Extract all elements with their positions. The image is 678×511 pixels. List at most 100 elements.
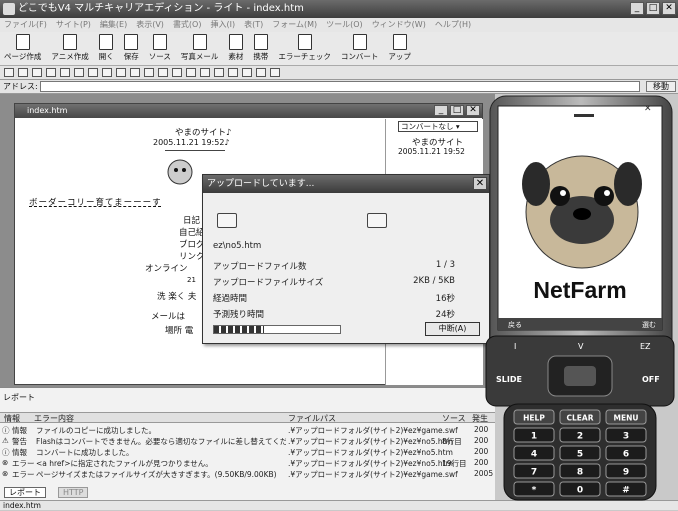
- hr-icon[interactable]: [270, 68, 280, 77]
- menu-view[interactable]: 表示(V): [136, 18, 164, 32]
- save-button[interactable]: 保存: [124, 32, 139, 65]
- convert-icon: [352, 34, 367, 50]
- key-0-label: HELP: [523, 414, 545, 423]
- center-key[interactable]: [564, 366, 596, 386]
- error-check-button[interactable]: エラーチェック: [278, 32, 331, 65]
- cancel-button[interactable]: 中断(A): [425, 322, 480, 336]
- menu-edit[interactable]: 編集(E): [100, 18, 127, 32]
- indent-icon[interactable]: [172, 68, 182, 77]
- animation-icon: [63, 34, 78, 50]
- phone-speaker: [574, 114, 594, 117]
- report-row[interactable]: ⓘ 情報 コンバートに成功しました。 .¥アップロードフォルダ(サイト2)¥ez¥no…: [2, 447, 492, 457]
- off-key[interactable]: OFF: [642, 375, 660, 384]
- upload-button[interactable]: アップ: [388, 32, 411, 65]
- tab-http[interactable]: HTTP: [58, 487, 89, 498]
- destination-folder-icon: [367, 213, 387, 228]
- slide-key[interactable]: SLIDE: [496, 375, 522, 384]
- table-icon[interactable]: [228, 68, 238, 77]
- menu-window[interactable]: ウィンドウ(W): [372, 18, 426, 32]
- menu-item-link[interactable]: リンク: [179, 250, 205, 262]
- soft-key-bar: [498, 318, 662, 330]
- source-button[interactable]: ソース: [149, 32, 171, 65]
- maximize-button[interactable]: □: [646, 2, 660, 15]
- image-icon[interactable]: [214, 68, 224, 77]
- menu-item-profile[interactable]: 自己紹: [179, 226, 205, 238]
- body-text-2: メールは: [151, 312, 186, 322]
- menu-help[interactable]: ヘルプ(H): [435, 18, 471, 32]
- material-button[interactable]: 素材: [228, 32, 243, 65]
- site-title: やまのサイト♪: [175, 128, 232, 138]
- align-left-icon[interactable]: [130, 68, 140, 77]
- photo-mail-button[interactable]: 写真メール: [181, 32, 218, 65]
- upload-progress-bar: [213, 325, 341, 334]
- col-error[interactable]: エラー内容: [34, 413, 74, 424]
- outdent-icon[interactable]: [186, 68, 196, 77]
- menu-item-blog[interactable]: ブログ: [179, 238, 205, 250]
- marquee-text: ボーダーコリー育てまーーーす: [29, 198, 162, 208]
- key-v[interactable]: V: [578, 342, 584, 351]
- convert-button[interactable]: コンバート: [341, 32, 378, 65]
- menu-insert[interactable]: 挿入(I): [210, 18, 235, 32]
- undo-icon[interactable]: [4, 68, 14, 77]
- key-i[interactable]: I: [514, 342, 516, 351]
- document-title: index.htm: [27, 106, 68, 115]
- key-7-label: 5: [577, 450, 583, 460]
- open-button[interactable]: 開く: [99, 32, 114, 65]
- menu-tools[interactable]: ツール(O): [326, 18, 363, 32]
- col-source[interactable]: ソース: [442, 413, 466, 424]
- strike-icon[interactable]: [102, 68, 112, 77]
- minimize-button[interactable]: _: [630, 2, 644, 15]
- report-row[interactable]: ⊗ エラー <a href>に指定されたファイルが見つかりません。 .¥アップロードフ…: [2, 458, 492, 468]
- menu-form[interactable]: フォーム(M): [272, 18, 317, 32]
- doc-maximize-button[interactable]: □: [450, 105, 464, 116]
- menu-file[interactable]: ファイル(F): [4, 18, 47, 32]
- link-icon[interactable]: [200, 68, 210, 77]
- form-icon[interactable]: [256, 68, 266, 77]
- report-row[interactable]: ⊗ エラー ページサイズまたはファイルサイズが大きすぎます。(9.50KB/9.00…: [2, 469, 493, 479]
- underline-icon[interactable]: [88, 68, 98, 77]
- key-9-label: 7: [531, 468, 537, 478]
- list-icon[interactable]: [116, 68, 126, 77]
- phone-close-icon[interactable]: ✕: [644, 104, 652, 114]
- align-right-icon[interactable]: [158, 68, 168, 77]
- mobile-button[interactable]: 携帯: [253, 32, 268, 65]
- doc-close-button[interactable]: ✕: [466, 105, 480, 116]
- error-icon: ⊗: [2, 469, 9, 478]
- menu-item-diary[interactable]: 日記: [183, 214, 200, 226]
- dog-image: [167, 159, 193, 185]
- key-4-label: 2: [577, 432, 583, 442]
- key-12-label: *: [532, 486, 537, 496]
- key-ez[interactable]: EZ: [640, 342, 651, 351]
- soft-left-label[interactable]: 戻る: [508, 320, 522, 329]
- menu-site[interactable]: サイト(P): [56, 18, 91, 32]
- menu-item-online[interactable]: オンライン: [145, 262, 188, 274]
- file-count-value: 1 / 3: [435, 260, 455, 270]
- line-icon[interactable]: [242, 68, 252, 77]
- tab-report[interactable]: レポート: [4, 487, 46, 498]
- menu-format[interactable]: 書式(O): [173, 18, 202, 32]
- key-1-label: CLEAR: [567, 414, 594, 423]
- menu-table[interactable]: 表(T): [244, 18, 263, 32]
- main-toolbar: ページ作成 アニメ作成 開く 保存 ソース 写真メール 素材 携帯 エラーチェッ…: [0, 32, 678, 66]
- report-row[interactable]: ⚠ 警告 Flashはコンバートできません。必要なら適切なファイルに差し替えてくださ…: [2, 436, 492, 446]
- soft-right-label[interactable]: 選む: [642, 320, 656, 329]
- address-input[interactable]: [40, 81, 640, 92]
- col-path[interactable]: ファイルパス: [288, 413, 336, 424]
- converter-select[interactable]: コンバートなし ▾: [398, 121, 478, 132]
- source-folder-icon: [217, 213, 237, 228]
- copy-icon[interactable]: [46, 68, 56, 77]
- align-center-icon[interactable]: [144, 68, 154, 77]
- elapsed-label: 経過時間: [213, 294, 248, 304]
- new-animation-button[interactable]: アニメ作成: [51, 32, 89, 65]
- close-button[interactable]: ✕: [662, 2, 676, 15]
- delete-icon[interactable]: [74, 68, 84, 77]
- col-info[interactable]: 情報: [4, 413, 20, 424]
- go-button[interactable]: 移動: [646, 81, 676, 92]
- report-row[interactable]: ⓘ 情報 ファイルのコピーに成功しました。 .¥アップロードフォルダ(サイト2)¥ez…: [2, 425, 492, 435]
- doc-minimize-button[interactable]: _: [434, 105, 448, 116]
- warning-icon: ⚠: [2, 436, 9, 445]
- cut-icon[interactable]: [32, 68, 42, 77]
- redo-icon[interactable]: [18, 68, 28, 77]
- paste-icon[interactable]: [60, 68, 70, 77]
- new-page-button[interactable]: ページ作成: [4, 32, 41, 65]
